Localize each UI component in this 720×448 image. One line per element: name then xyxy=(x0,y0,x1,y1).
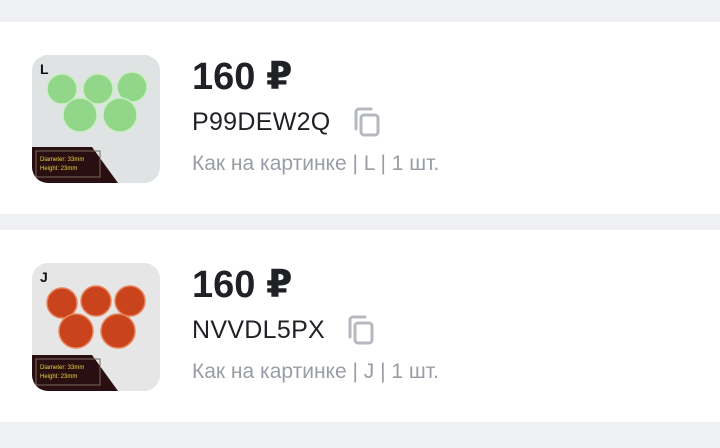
product-image: Diameter: 33mm Height: 23mm xyxy=(32,55,160,183)
order-items-list: Diameter: 33mm Height: 23mm L 160 ₽ P99D… xyxy=(0,0,720,448)
item-price: 160 ₽ xyxy=(192,264,293,306)
item-code-row: NVVDL5PX xyxy=(192,310,439,350)
thumb-caption-line1: Diameter: 33mm xyxy=(40,365,84,371)
copy-icon xyxy=(348,315,374,345)
product-thumbnail[interactable]: Diameter: 33mm Height: 23mm J xyxy=(32,263,160,391)
item-code: P99DEW2Q xyxy=(192,107,331,136)
bead xyxy=(100,313,136,349)
bead xyxy=(58,313,94,349)
bead xyxy=(80,285,112,317)
item-code: NVVDL5PX xyxy=(192,315,326,344)
order-item-card[interactable]: Diameter: 33mm Height: 23mm J 160 ₽ NVVD… xyxy=(0,230,720,422)
copy-code-button[interactable] xyxy=(345,314,377,346)
item-info: 160 ₽ P99DEW2Q Как на картинке | L | 1 ш… xyxy=(192,54,439,176)
thumb-caption-line1: Diameter: 33mm xyxy=(40,157,84,163)
list-bottom-gap xyxy=(0,438,720,448)
copy-icon xyxy=(354,107,380,137)
thumb-caption-line2: Height: 23mm xyxy=(40,374,77,380)
thumb-size-letter: L xyxy=(40,61,49,77)
product-image: Diameter: 33mm Height: 23mm xyxy=(32,263,160,391)
thumb-size-letter: J xyxy=(40,269,48,285)
bead xyxy=(62,97,98,133)
item-code-row: P99DEW2Q xyxy=(192,102,439,142)
copy-code-button[interactable] xyxy=(351,106,383,138)
item-description: Как на картинке | L | 1 шт. xyxy=(192,152,440,175)
item-price: 160 ₽ xyxy=(192,56,293,98)
product-thumbnail[interactable]: Diameter: 33mm Height: 23mm L xyxy=(32,55,160,183)
thumb-caption-line2: Height: 23mm xyxy=(40,166,77,172)
bead xyxy=(114,285,146,317)
item-info: 160 ₽ NVVDL5PX Как на картинке | J | 1 ш… xyxy=(192,262,439,384)
order-item-card[interactable]: Diameter: 33mm Height: 23mm L 160 ₽ P99D… xyxy=(0,22,720,214)
list-top-gap xyxy=(0,0,720,22)
item-description: Как на картинке | J | 1 шт. xyxy=(192,360,439,383)
bead xyxy=(102,97,138,133)
bead xyxy=(46,287,78,319)
